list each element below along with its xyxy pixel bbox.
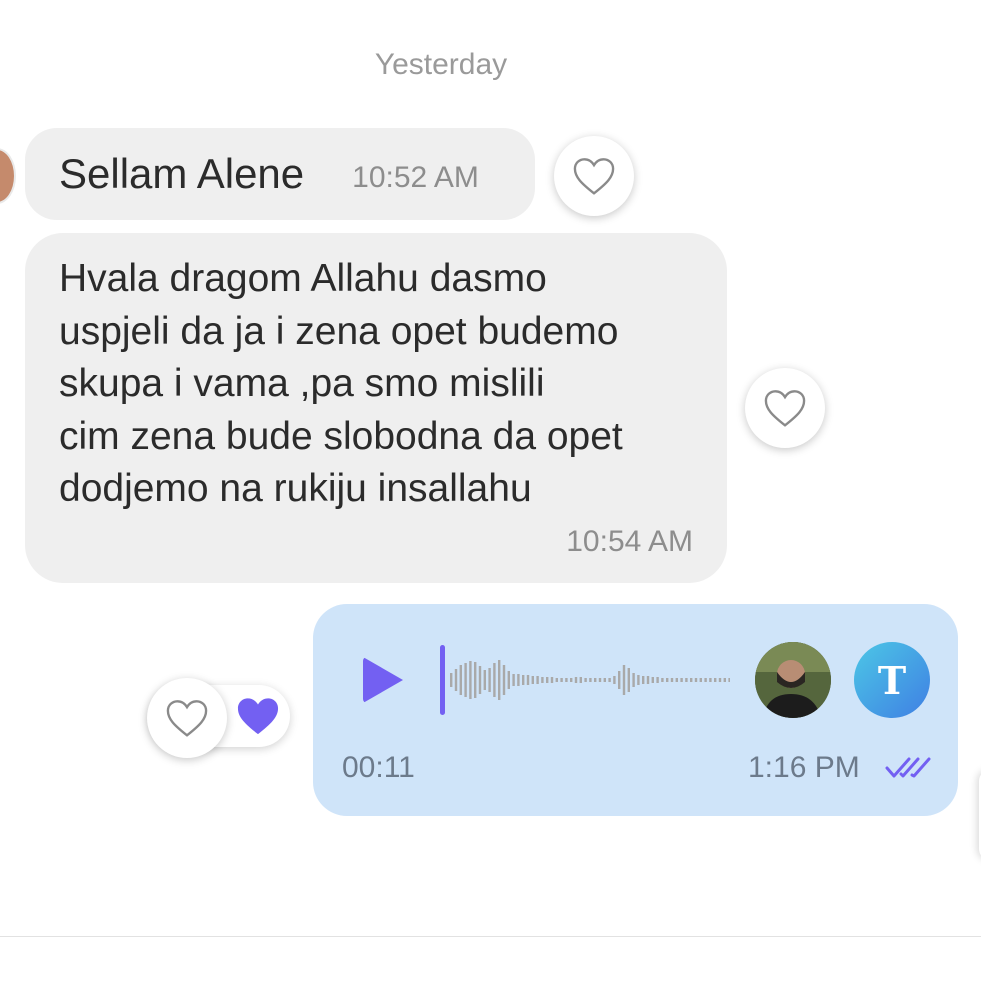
play-icon[interactable] xyxy=(363,657,403,703)
waveform-bar xyxy=(546,677,549,683)
message-line: skupa i vama ,pa smo mislili xyxy=(59,362,545,405)
waveform-bar xyxy=(666,678,669,682)
waveform-bar xyxy=(622,665,626,695)
waveform-bar xyxy=(637,675,640,685)
waveform-bar xyxy=(699,678,702,682)
waveform-bar xyxy=(483,670,486,690)
heart-outline-icon xyxy=(573,158,615,195)
waveform-bar xyxy=(589,678,592,682)
waveform-bar xyxy=(454,669,458,691)
waveform-bar xyxy=(522,675,525,685)
heart-outline-icon xyxy=(166,700,208,737)
waveform-bar xyxy=(488,668,491,692)
message-line: uspjeli da ja i zena opet budemo xyxy=(59,309,619,353)
waveform-bar xyxy=(661,678,664,682)
voice-waveform[interactable] xyxy=(440,645,730,717)
waveform-bar xyxy=(541,677,544,683)
waveform-bar xyxy=(685,678,688,682)
incoming-message-bubble[interactable]: Hvala dragom Allahu dasmo uspjeli da ja … xyxy=(25,233,727,583)
double-check-icon xyxy=(885,757,931,778)
heart-outline-icon xyxy=(764,390,806,427)
waveform-bar xyxy=(656,677,659,683)
waveform-bar xyxy=(536,676,539,684)
waveform-bar xyxy=(507,671,510,689)
waveform-bar xyxy=(550,677,554,683)
waveform-bar xyxy=(459,665,462,695)
waveform-bar xyxy=(608,678,611,682)
waveform-bar xyxy=(632,673,635,687)
like-button[interactable] xyxy=(554,136,634,216)
waveform-bar xyxy=(474,662,477,698)
date-separator: Yesterday xyxy=(374,48,508,81)
message-text: Sellam Alene xyxy=(59,150,305,197)
waveform-bar xyxy=(709,678,712,682)
waveform-bar xyxy=(718,678,722,682)
message-line: dodjemo na rukiju insallahu xyxy=(59,467,532,510)
waveform-bar xyxy=(723,678,726,682)
waveform-bar xyxy=(502,665,506,695)
waveform-bar xyxy=(560,678,563,682)
waveform-bar xyxy=(555,678,558,682)
waveform-bar xyxy=(594,678,597,682)
message-text: Hvala dragom Allahu dasmo uspjeli da ja … xyxy=(59,253,697,516)
waveform-bar xyxy=(603,678,606,682)
incoming-message-bubble[interactable]: Sellam Alene 10:52 AM xyxy=(25,128,535,220)
waveform-bar xyxy=(690,678,693,682)
message-time: 10:54 AM xyxy=(566,525,693,558)
message-line: Hvala dragom Allahu dasmo xyxy=(59,257,547,300)
waveform-bar xyxy=(651,677,654,683)
message-line: cim zena bude slobodna da opet xyxy=(59,414,623,458)
waveform-bar xyxy=(469,661,472,699)
message-time: 10:52 AM xyxy=(352,161,479,194)
waveform-bar xyxy=(670,678,674,682)
message-time: 1:16 PM xyxy=(748,751,860,784)
voice-duration: 00:11 xyxy=(342,751,415,784)
avatar[interactable] xyxy=(755,642,831,718)
avatar-image xyxy=(755,642,831,718)
sender-avatar[interactable] xyxy=(0,148,16,204)
waveform-bar xyxy=(728,678,730,682)
like-button[interactable] xyxy=(745,368,825,448)
waveform-bar xyxy=(714,678,717,682)
waveform-bar xyxy=(574,677,578,683)
waveform-bar xyxy=(618,671,621,689)
waveform-bar xyxy=(579,677,582,683)
translate-badge[interactable]: T xyxy=(854,642,930,718)
waveform-bar xyxy=(570,678,573,682)
waveform-bar xyxy=(512,674,515,686)
waveform-bar xyxy=(642,676,645,684)
waveform-bar xyxy=(526,675,530,685)
divider xyxy=(0,936,981,937)
waveform-bar xyxy=(498,660,501,700)
waveform-bar xyxy=(627,668,630,692)
waveform-bar xyxy=(478,666,482,694)
heart-filled-icon xyxy=(237,698,279,735)
waveform-bar xyxy=(704,678,707,682)
waveform-bar xyxy=(450,673,453,687)
waveform-bar xyxy=(517,674,520,686)
waveform-bar xyxy=(613,676,616,684)
waveform-bar xyxy=(675,678,678,682)
waveform-bar xyxy=(598,678,602,682)
waveform-bar xyxy=(680,678,683,682)
waveform-bar xyxy=(584,678,587,682)
waveform-bar xyxy=(464,663,467,697)
waveform-bar xyxy=(531,676,534,684)
waveform-bar xyxy=(694,678,698,682)
waveform-bar xyxy=(646,676,650,684)
like-button[interactable] xyxy=(147,678,227,758)
waveform-bar xyxy=(493,663,496,697)
waveform-bar xyxy=(565,678,568,682)
